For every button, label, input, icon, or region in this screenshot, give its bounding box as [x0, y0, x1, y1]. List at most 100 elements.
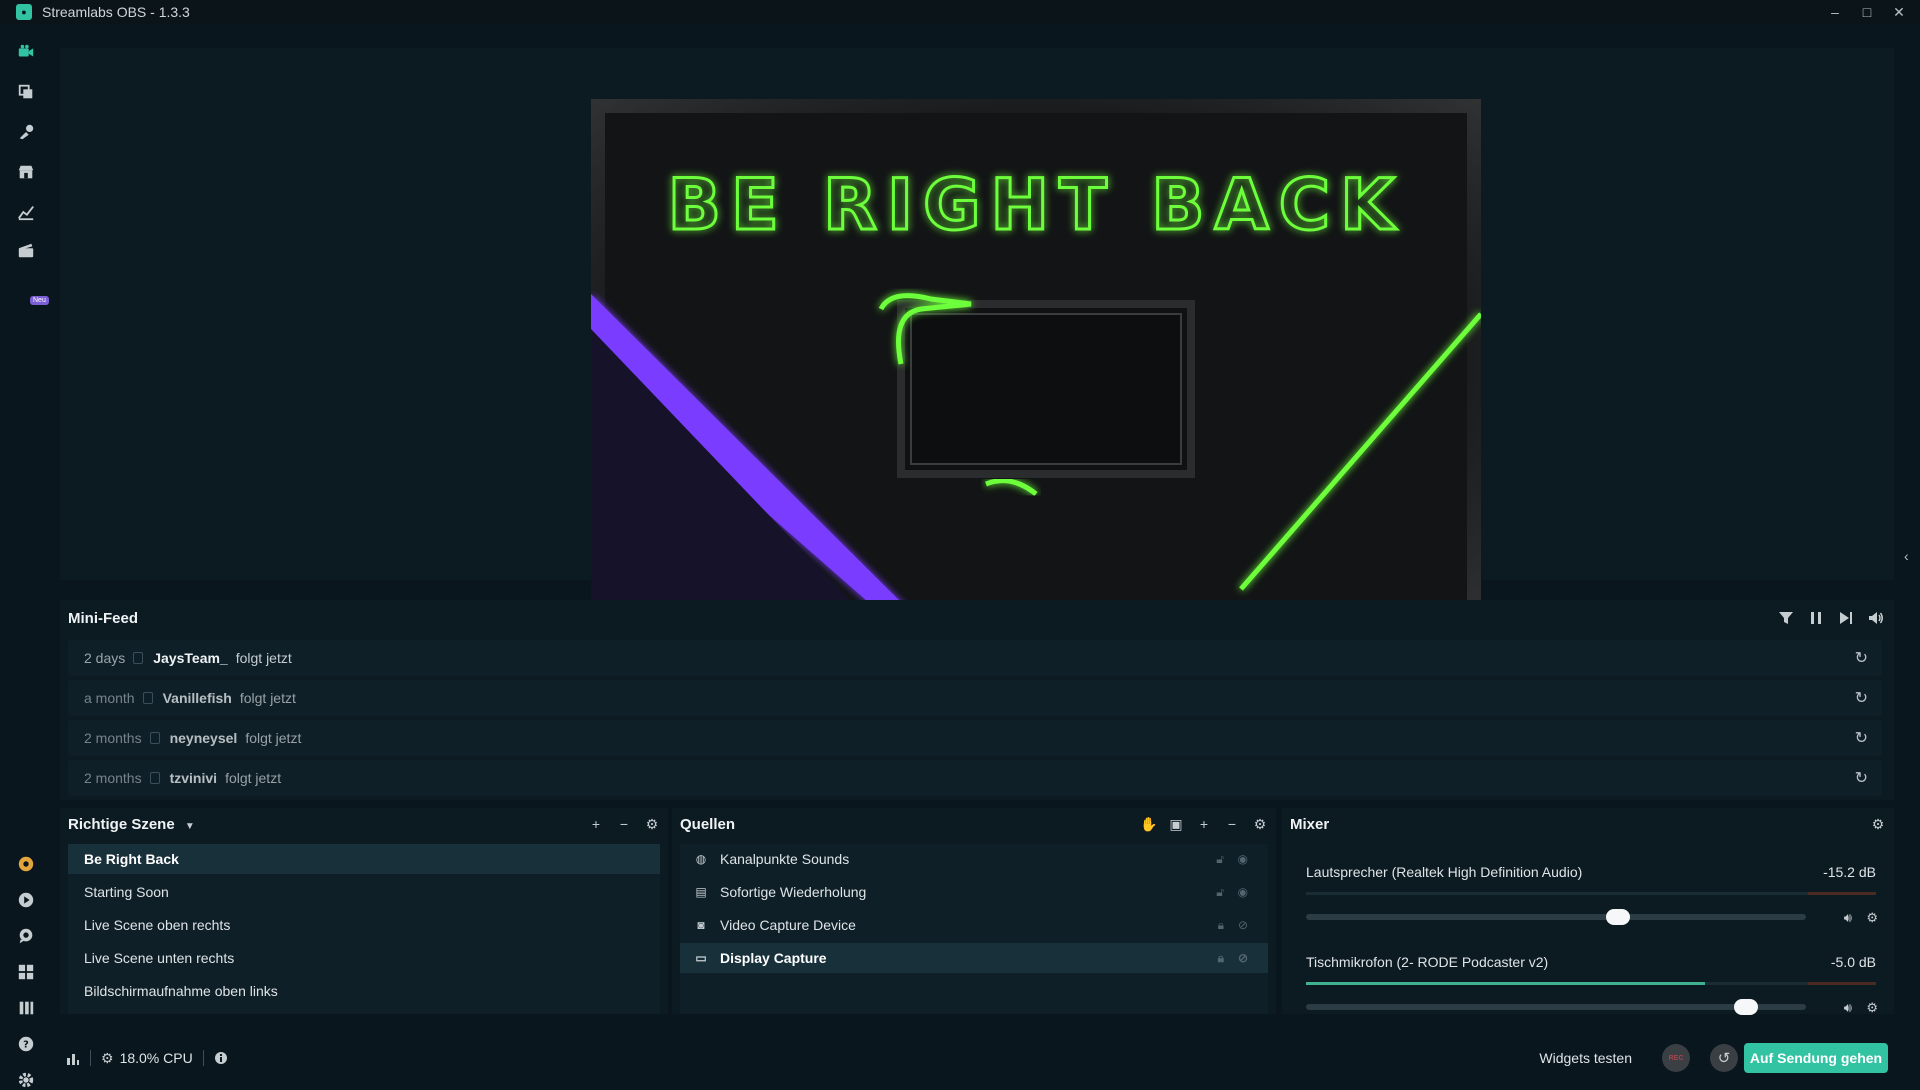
source-name: Video Capture Device [720, 917, 856, 933]
repeat-alert-icon[interactable]: ↻ [1855, 728, 1868, 748]
channel-db: -5.0 dB [1830, 954, 1876, 970]
close-button[interactable]: ✕ [1892, 5, 1906, 19]
lock-icon[interactable]: 🔓︎ [1216, 885, 1224, 900]
repeat-alert-icon[interactable]: ↻ [1855, 768, 1868, 788]
highlighter-icon[interactable] [16, 240, 36, 260]
repeat-alert-icon[interactable]: ↻ [1855, 648, 1868, 668]
footer-bar: ⚙ 18.0% CPU Widgets testen REC ↺ Auf Sen… [52, 1036, 1920, 1080]
bar-chart-icon[interactable] [66, 1051, 80, 1065]
analytics-icon[interactable] [16, 202, 36, 222]
preview-scene: BE RIGHT BACK [591, 99, 1481, 622]
go-live-button[interactable]: Auf Sendung gehen [1744, 1043, 1888, 1073]
scene-collection-dropdown[interactable]: Richtige Szene ▼ [68, 816, 195, 833]
layout-icon[interactable] [16, 962, 36, 982]
filter-icon[interactable] [1778, 610, 1794, 626]
channel-name: Lautsprecher (Realtek High Definition Au… [1306, 864, 1583, 880]
record-button[interactable]: REC [1662, 1044, 1690, 1072]
title-bar: ● Streamlabs OBS - 1.3.3 – □ ✕ [0, 0, 1920, 24]
info-icon[interactable] [214, 1051, 228, 1065]
themes-icon[interactable] [16, 122, 36, 142]
folder-icon[interactable]: ▣ [1168, 816, 1184, 832]
source-item[interactable]: ◙ Video Capture Device 🔒︎ ⊘ [680, 910, 1268, 940]
sources-title: Quellen [680, 816, 736, 833]
add-source-icon[interactable]: + [1196, 816, 1212, 832]
feed-username: neyneysel [169, 730, 238, 746]
help-icon[interactable]: ? [16, 1034, 36, 1054]
mixer-channel: Lautsprecher (Realtek High Definition Au… [1290, 852, 1886, 942]
skip-icon[interactable] [1838, 610, 1854, 626]
meter-peak-zone [1807, 892, 1876, 895]
slider-thumb[interactable] [1606, 909, 1630, 925]
platform-icon [149, 732, 160, 744]
layers-icon[interactable] [16, 82, 36, 102]
scene-item[interactable]: Be Right Back [68, 844, 660, 874]
lock-icon[interactable]: 🔓︎ [1216, 852, 1224, 867]
replay-buffer-icon[interactable]: ↺ [1710, 1044, 1738, 1072]
speaker-icon[interactable]: 🔊︎ [1844, 1000, 1852, 1016]
cpu-icon: ⚙ [101, 1049, 114, 1066]
speaker-icon[interactable]: 🔊︎ [1844, 910, 1852, 926]
add-scene-icon[interactable]: + [588, 816, 604, 832]
mini-feed-title: Mini-Feed [68, 610, 138, 627]
source-list: ◍ Kanalpunkte Sounds 🔓︎ ◉ ▤ Sofortige Wi… [680, 844, 1268, 1014]
feed-action: folgt jetzt [235, 650, 292, 666]
scene-item[interactable]: Live Scene unten rechts [68, 943, 660, 973]
globe-icon: ◍ [695, 852, 707, 866]
cpu-indicator: ⚙ 18.0% CPU [101, 1050, 193, 1067]
chevron-down-icon: ▼ [184, 821, 195, 832]
left-sidebar: Neu ? [0, 24, 52, 1088]
monitor-icon: ▭ [695, 951, 707, 965]
mixer-settings-icon[interactable]: ⚙ [1870, 816, 1886, 832]
eye-slash-icon[interactable]: ⊘ [1238, 918, 1248, 932]
platform-icon [133, 652, 144, 664]
studio-mode-icon[interactable] [16, 998, 36, 1018]
donation-icon[interactable] [16, 854, 36, 874]
volume-slider[interactable] [1306, 999, 1806, 1015]
repeat-alert-icon[interactable]: ↻ [1855, 688, 1868, 708]
webcam-icon: ◙ [697, 918, 705, 932]
eye-icon[interactable]: ◉ [1238, 852, 1248, 866]
eye-slash-icon[interactable]: ⊘ [1238, 951, 1248, 965]
source-item[interactable]: ◍ Kanalpunkte Sounds 🔓︎ ◉ [680, 844, 1268, 874]
settings-icon[interactable] [16, 1070, 36, 1090]
meter-peak-zone [1807, 982, 1876, 985]
mixer-channel: Tischmikrofon (2- RODE Podcaster v2) -5.… [1290, 942, 1886, 1032]
feed-action: folgt jetzt [225, 770, 282, 786]
chat-icon[interactable] [16, 926, 36, 946]
platform-icon [149, 772, 160, 784]
stream-preview[interactable]: BE RIGHT BACK [591, 99, 1481, 622]
slider-thumb[interactable] [1734, 999, 1758, 1015]
feed-time: 2 months [84, 730, 142, 746]
pause-icon[interactable] [1808, 610, 1824, 626]
scene-item[interactable]: Starting Soon [68, 877, 660, 907]
source-item[interactable]: ▭ Display Capture 🔒︎ ⊘ [680, 943, 1268, 973]
volume-meter [1306, 982, 1876, 985]
source-settings-icon[interactable]: ⚙ [1252, 816, 1268, 832]
eye-icon[interactable]: ◉ [1238, 885, 1248, 899]
feed-item: a month Vanillefish folgt jetzt ↻ [68, 680, 1882, 716]
lock-icon[interactable]: 🔒︎ [1218, 918, 1224, 933]
maximize-button[interactable]: □ [1860, 5, 1874, 19]
lock-icon[interactable]: 🔒︎ [1218, 951, 1224, 966]
store-icon[interactable] [16, 162, 36, 182]
volume-icon[interactable] [1868, 610, 1884, 626]
remove-scene-icon[interactable]: − [616, 816, 632, 832]
remove-source-icon[interactable]: − [1224, 816, 1240, 832]
scene-item[interactable]: Bildschirmaufnahme oben links [68, 976, 660, 1006]
video-camera-icon[interactable] [16, 42, 36, 62]
audio-source-icon[interactable]: ✋ [1140, 816, 1157, 832]
feed-time: 2 months [84, 770, 142, 786]
overlay-title-text: BE RIGHT BACK [668, 164, 1405, 246]
play-icon[interactable] [16, 890, 36, 910]
gear-icon[interactable]: ⚙ [1866, 910, 1878, 926]
volume-slider[interactable] [1306, 909, 1806, 925]
file-icon: ▤ [695, 885, 707, 899]
cpu-usage: 18.0% CPU [119, 1050, 193, 1066]
scene-settings-icon[interactable]: ⚙ [644, 816, 660, 832]
test-widgets-button[interactable]: Widgets testen [1539, 1050, 1632, 1066]
gear-icon[interactable]: ⚙ [1866, 1000, 1878, 1016]
source-item[interactable]: ▤ Sofortige Wiederholung 🔓︎ ◉ [680, 877, 1268, 907]
chevron-left-icon[interactable]: ‹ [1904, 548, 1916, 564]
minimize-button[interactable]: – [1828, 5, 1842, 19]
scene-item[interactable]: Live Scene oben rechts [68, 910, 660, 940]
